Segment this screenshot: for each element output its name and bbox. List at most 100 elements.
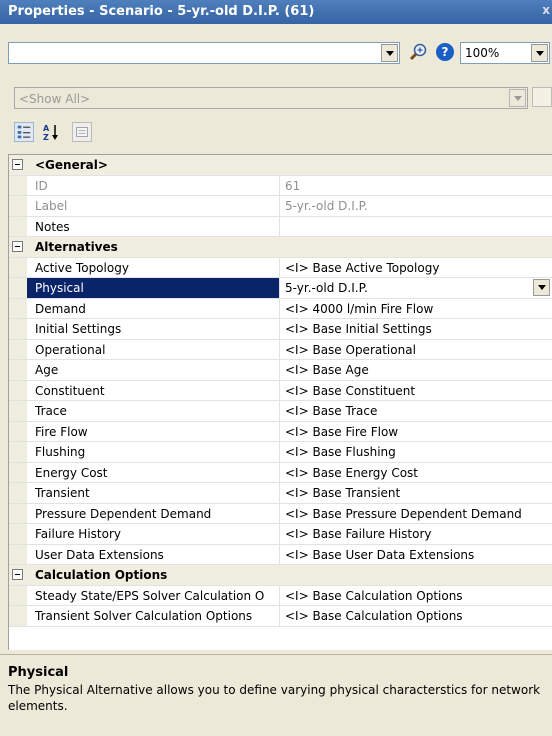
property-value[interactable]: <I> Base Calculation Options xyxy=(280,586,552,606)
alphabetical-sort-icon[interactable]: A Z xyxy=(42,122,62,142)
row-gutter xyxy=(9,524,27,544)
property-name: Failure History xyxy=(27,524,280,544)
chevron-down-icon xyxy=(537,285,546,290)
row-gutter xyxy=(9,380,27,400)
property-value-text: <I> Base Active Topology xyxy=(285,260,440,275)
help-icon[interactable]: ? xyxy=(436,43,454,61)
property-name: ID xyxy=(27,175,280,195)
property-row[interactable]: Demand <I> 4000 l/min Fire Flow xyxy=(9,298,552,319)
property-row[interactable]: Operational <I> Base Operational xyxy=(9,339,552,360)
property-value-text: 61 xyxy=(285,178,301,193)
filter-dropdown-button[interactable] xyxy=(509,89,526,107)
property-row[interactable]: Label 5-yr.-old D.I.P. xyxy=(9,196,552,217)
property-row[interactable]: Age <I> Base Age xyxy=(9,360,552,381)
property-row[interactable]: Trace <I> Base Trace xyxy=(9,401,552,422)
property-value[interactable]: <I> 4000 l/min Fire Flow xyxy=(280,299,552,319)
property-row[interactable]: Energy Cost <I> Base Energy Cost xyxy=(9,462,552,483)
row-gutter xyxy=(9,585,27,605)
close-icon[interactable]: x xyxy=(542,3,550,17)
property-value[interactable]: <I> Base Flushing xyxy=(280,442,552,462)
property-name: Transient Solver Calculation Options xyxy=(27,606,280,626)
property-value[interactable]: <I> Base Energy Cost xyxy=(280,463,552,483)
property-row[interactable]: Active Topology <I> Base Active Topology xyxy=(9,257,552,278)
property-value-text: <I> Base Energy Cost xyxy=(285,465,419,480)
property-value-text: 5-yr.-old D.I.P. xyxy=(285,199,368,213)
property-value[interactable]: <I> Base Transient xyxy=(280,483,552,503)
property-value[interactable]: <I> Base Trace xyxy=(280,401,552,421)
svg-text:A: A xyxy=(43,124,50,133)
zoom-dropdown-button[interactable] xyxy=(531,44,548,62)
property-value[interactable]: <I> Base Failure History xyxy=(280,524,552,544)
property-value[interactable]: <I> Base Constituent xyxy=(280,381,552,401)
row-gutter xyxy=(9,319,27,339)
property-row[interactable]: Failure History <I> Base Failure History xyxy=(9,524,552,545)
property-value[interactable]: <I> Base User Data Extensions xyxy=(280,545,552,565)
property-value-text: <I> Base Operational xyxy=(285,342,416,357)
category-row[interactable]: Calculation Options xyxy=(9,565,552,586)
property-value-text: 5-yr.-old D.I.P. xyxy=(285,281,368,295)
property-value[interactable]: <I> Base Operational xyxy=(280,340,552,360)
property-name: Constituent xyxy=(27,380,280,400)
row-gutter xyxy=(9,257,27,277)
property-value-text: <I> Base Failure History xyxy=(285,527,432,541)
edit-filter-icon[interactable] xyxy=(532,87,552,107)
row-gutter xyxy=(9,196,27,216)
property-row[interactable]: User Data Extensions <I> Base User Data E… xyxy=(9,544,552,565)
property-row[interactable]: Constituent <I> Base Constituent xyxy=(9,380,552,401)
property-value-text: <I> Base Fire Flow xyxy=(285,424,399,439)
collapse-icon[interactable] xyxy=(12,569,23,580)
row-gutter xyxy=(9,483,27,503)
property-value[interactable]: <I> Base Fire Flow xyxy=(280,422,552,442)
property-value-text: <I> Base Calculation Options xyxy=(285,609,463,623)
zoom-to-icon[interactable] xyxy=(408,42,428,62)
property-value[interactable]: <I> Base Active Topology xyxy=(280,258,552,278)
property-name: Fire Flow xyxy=(27,421,280,441)
property-value[interactable]: <I> Base Pressure Dependent Demand xyxy=(280,504,552,524)
property-row[interactable]: Notes xyxy=(9,216,552,237)
filter-combo[interactable]: <Show All> xyxy=(14,87,528,109)
property-name: Pressure Dependent Demand xyxy=(27,503,280,523)
property-row[interactable]: Initial Settings <I> Base Initial Setting… xyxy=(9,319,552,340)
categorized-view-icon[interactable] xyxy=(14,122,34,142)
property-value[interactable]: <I> Base Initial Settings xyxy=(280,319,552,339)
property-name: User Data Extensions xyxy=(27,544,280,564)
property-value[interactable]: <I> Base Calculation Options xyxy=(280,606,552,626)
element-selector-dropdown-button[interactable] xyxy=(381,44,398,62)
property-value[interactable]: <I> Base Age xyxy=(280,360,552,380)
property-row[interactable]: ID 61 xyxy=(9,175,552,196)
row-gutter xyxy=(9,606,27,626)
category-row[interactable]: <General> xyxy=(9,155,552,176)
property-row[interactable]: Transient <I> Base Transient xyxy=(9,483,552,504)
zoom-select[interactable]: 100% xyxy=(460,42,550,64)
row-gutter xyxy=(9,216,27,236)
property-row[interactable]: Physical 5-yr.-old D.I.P. xyxy=(9,278,552,299)
property-value-text: <I> Base User Data Extensions xyxy=(285,547,475,562)
property-name: Label xyxy=(27,196,280,216)
description-pane: Physical The Physical Alternative allows… xyxy=(0,654,552,736)
row-gutter xyxy=(9,421,27,441)
property-value[interactable] xyxy=(280,217,552,237)
row-gutter xyxy=(9,462,27,482)
property-row[interactable]: Flushing <I> Base Flushing xyxy=(9,442,552,463)
property-row[interactable]: Pressure Dependent Demand <I> Base Pressu… xyxy=(9,503,552,524)
property-name: Trace xyxy=(27,401,280,421)
property-row[interactable]: Transient Solver Calculation Options <I> … xyxy=(9,606,552,627)
row-gutter xyxy=(9,360,27,380)
property-value[interactable]: 5-yr.-old D.I.P. xyxy=(280,278,552,298)
category-row[interactable]: Alternatives xyxy=(9,237,552,258)
property-row[interactable]: Steady State/EPS Solver Calculation O <I>… xyxy=(9,585,552,606)
collapse-icon[interactable] xyxy=(12,159,23,170)
property-name: Flushing xyxy=(27,442,280,462)
property-value-text: <I> Base Flushing xyxy=(285,445,396,459)
property-name: Transient xyxy=(27,483,280,503)
filter-value: <Show All> xyxy=(19,92,91,106)
description-title: Physical xyxy=(8,665,69,680)
collapse-icon[interactable] xyxy=(12,241,23,252)
value-dropdown-button[interactable] xyxy=(533,279,550,296)
property-row[interactable]: Fire Flow <I> Base Fire Flow xyxy=(9,421,552,442)
element-selector-combo[interactable] xyxy=(8,42,400,64)
property-value-text: <I> Base Constituent xyxy=(285,383,416,398)
property-pages-icon[interactable] xyxy=(72,122,92,142)
row-gutter xyxy=(9,544,27,564)
property-value-text: <I> Base Calculation Options xyxy=(285,588,463,603)
